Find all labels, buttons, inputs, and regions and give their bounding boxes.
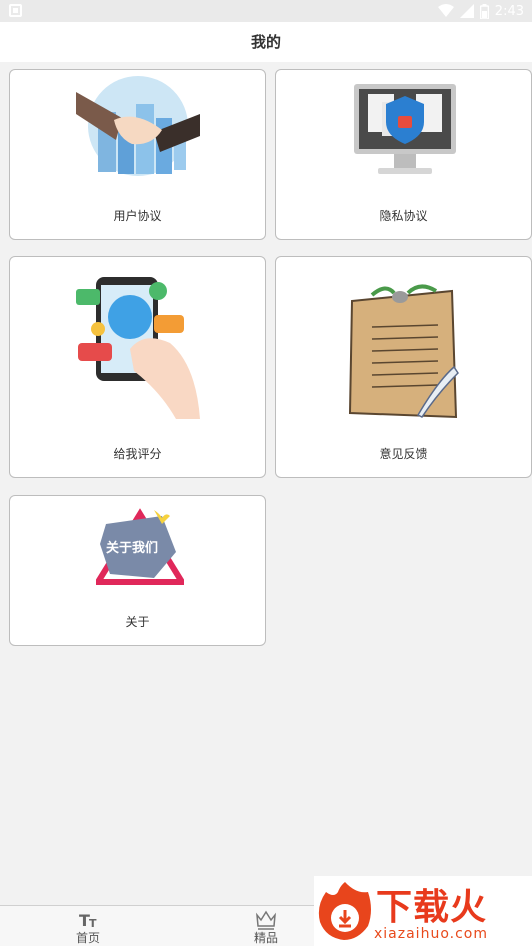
crown-icon xyxy=(256,910,276,930)
card-label: 隐私协议 xyxy=(379,209,428,223)
about-image-text: 关于我们 xyxy=(106,540,158,556)
card-label: 给我评分 xyxy=(113,447,162,461)
text-size-icon: T T xyxy=(79,911,97,930)
page-title: 我的 xyxy=(0,22,532,62)
about-us-icon: 关于我们 xyxy=(96,508,184,585)
privacy-shield-monitor-icon xyxy=(354,84,456,174)
card-rate-me[interactable]: 给我评分 xyxy=(9,256,266,478)
watermark: 下载火 xiazaihuo.com xyxy=(314,876,532,946)
card-label: 用户协议 xyxy=(113,209,162,223)
status-bar: 2:43 xyxy=(0,0,532,22)
card-about[interactable]: 关于我们 关于 xyxy=(9,495,266,646)
wifi-icon xyxy=(437,4,454,17)
svg-text:T: T xyxy=(89,917,97,930)
status-time: 2:43 xyxy=(494,3,524,19)
watermark-text: 下载火 xyxy=(376,887,488,928)
survey-report-icon xyxy=(348,284,459,419)
card-label: 关于 xyxy=(125,615,150,629)
card-label: 意见反馈 xyxy=(379,447,428,461)
nav-label: 精品 xyxy=(253,931,278,945)
notification-icon xyxy=(9,4,22,17)
card-user-agreement[interactable]: 用户协议 xyxy=(9,69,266,240)
handshake-icon xyxy=(76,76,200,176)
nav-label: 首页 xyxy=(75,931,100,945)
nav-featured[interactable]: 精品 xyxy=(236,906,296,946)
card-privacy-agreement[interactable]: 隐私协议 xyxy=(275,69,532,240)
nav-home[interactable]: T T 首页 xyxy=(58,906,118,946)
card-feedback[interactable]: 意见反馈 xyxy=(275,256,532,478)
flame-logo-icon xyxy=(318,882,371,940)
signal-icon xyxy=(459,4,474,18)
battery-icon xyxy=(479,3,489,19)
watermark-url: xiazaihuo.com xyxy=(374,926,488,942)
phone-thumbs-up-icon xyxy=(76,277,200,419)
